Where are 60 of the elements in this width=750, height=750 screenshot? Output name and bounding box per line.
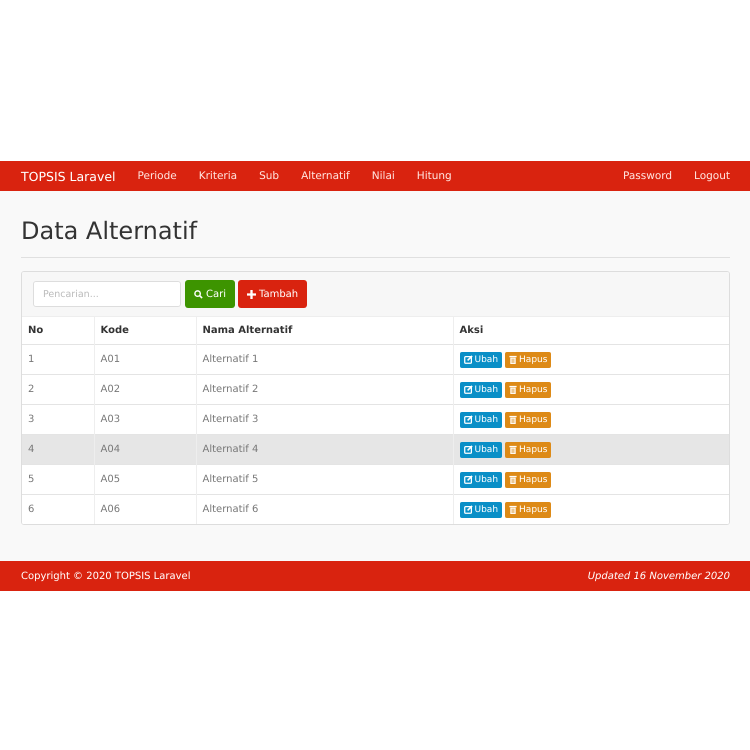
brand-link[interactable]: TOPSIS Laravel [21,168,116,184]
plus-icon [247,290,256,298]
edit-button[interactable]: Ubah [460,382,502,398]
edit-button[interactable]: Ubah [460,472,502,488]
nav-link[interactable]: Nilai [372,170,395,182]
edit-button[interactable]: Ubah [460,502,502,518]
table-cell: 3 [22,404,94,434]
nav-link[interactable]: Logout [694,170,730,182]
table-cell: 2 [22,374,94,404]
delete-button[interactable]: Hapus [505,472,552,488]
table-cell: A03 [94,404,196,434]
edit-button[interactable]: Ubah [460,412,502,428]
edit-icon [464,385,472,394]
trash-icon [509,415,518,424]
search-field[interactable]: Pencarian... [33,281,181,307]
nav-link[interactable]: Hitung [416,170,452,182]
nav-link[interactable]: Password [623,170,672,182]
trash-icon [509,355,518,364]
search-icon [194,290,203,298]
column-header: No [22,317,94,344]
edit-button[interactable]: Ubah [460,352,502,368]
table-cell: Alternatif 4 [196,434,453,464]
trash-icon [509,475,518,484]
search-button[interactable]: Cari [185,280,235,308]
updated-text: Updated 16 November 2020 [588,570,730,582]
table-cell: A06 [94,494,196,524]
table-cell: A02 [94,374,196,404]
trash-icon [509,505,518,514]
edit-icon [464,445,472,454]
delete-button[interactable]: Hapus [505,412,552,428]
table-cell: A04 [94,434,196,464]
edit-icon [464,505,472,514]
edit-icon [464,355,472,364]
table-cell: Alternatif 6 [196,494,453,524]
nav-link[interactable]: Kriteria [198,170,238,182]
page-title: Data Alternatif [21,217,198,245]
table-cell: Alternatif 5 [196,464,453,494]
table-cell: A01 [94,344,196,374]
trash-icon [509,445,518,454]
table-cell: 6 [22,494,94,524]
table-cell: 4 [22,434,94,464]
table-cell: 5 [22,464,94,494]
nav-link[interactable]: Periode [138,170,177,182]
table-cell: Alternatif 3 [196,404,453,434]
delete-button[interactable]: Hapus [505,442,552,458]
table-cell: Alternatif 1 [196,344,453,374]
table-cell: Alternatif 2 [196,374,453,404]
copyright-text: Copyright © 2020 TOPSIS Laravel [21,570,190,582]
delete-button[interactable]: Hapus [505,382,552,398]
delete-button[interactable]: Hapus [505,352,552,368]
nav-link[interactable]: Sub [259,170,280,182]
table-cell: A05 [94,464,196,494]
delete-button[interactable]: Hapus [505,502,552,518]
table-cell: 1 [22,344,94,374]
add-button[interactable]: Tambah [238,280,308,308]
nav-link[interactable]: Alternatif [301,170,350,182]
edit-icon [464,415,472,424]
edit-icon [464,475,472,484]
edit-button[interactable]: Ubah [460,442,502,458]
trash-icon [509,385,518,394]
